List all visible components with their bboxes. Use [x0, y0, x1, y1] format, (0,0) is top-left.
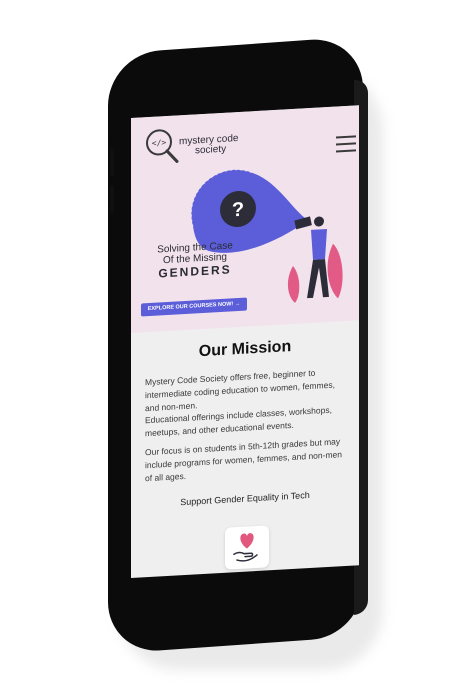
svg-text:</>: </>	[152, 138, 167, 148]
volume-button	[110, 148, 114, 176]
support-heading: Support Gender Equality in Tech	[180, 490, 310, 508]
hero-tagline: Solving the Case Of the Missing GENDERS	[145, 240, 245, 280]
volume-button	[110, 185, 114, 213]
device-mockup: </> mystery code society ? Solving the C…	[0, 0, 452, 699]
donate-card[interactable]	[225, 525, 269, 570]
mission-title: Our Mission	[198, 338, 292, 361]
svg-text:?: ?	[232, 199, 244, 222]
mission-paragraph-3: Our focus is on students in 5th-12th gra…	[145, 436, 343, 484]
hero-section: </> mystery code society ? Solving the C…	[131, 105, 359, 333]
question-mark-spotlight-icon: ?	[191, 169, 343, 303]
magnifier-code-logo-icon: </>	[146, 129, 179, 163]
heart-hand-icon	[233, 533, 258, 562]
phone-screen: </> mystery code society ? Solving the C…	[131, 105, 359, 579]
mission-section: Our Mission Mystery Code Society offers …	[131, 320, 359, 578]
